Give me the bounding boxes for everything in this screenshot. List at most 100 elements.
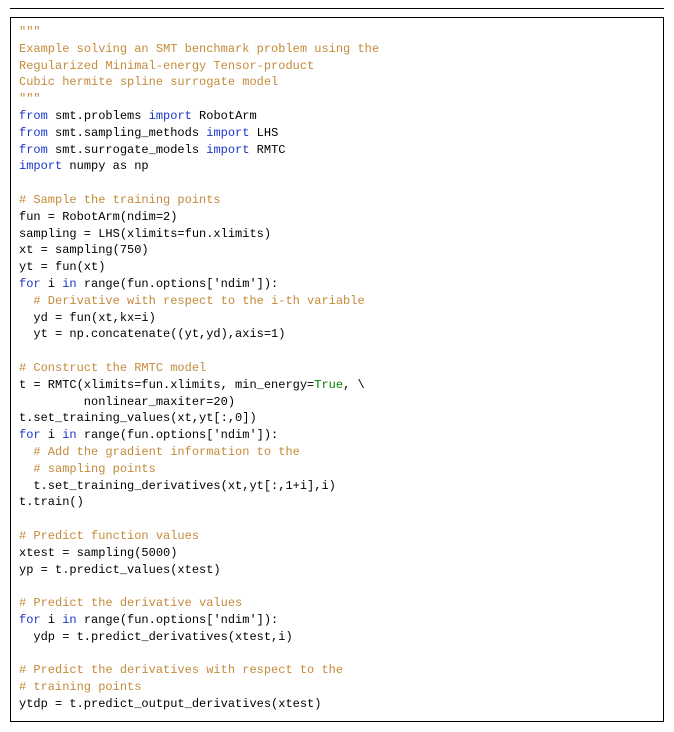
token-bool: True bbox=[314, 378, 343, 392]
token-kw: from bbox=[19, 126, 48, 140]
token-id: i bbox=[41, 428, 63, 442]
code-line: xt = sampling(750) bbox=[19, 242, 655, 259]
code-line: # Predict function values bbox=[19, 528, 655, 545]
token-id: t.train() bbox=[19, 495, 84, 509]
token-kw: for bbox=[19, 613, 41, 627]
token-id: range(fun.options['ndim']): bbox=[77, 613, 279, 627]
code-line: yd = fun(xt,kx=i) bbox=[19, 310, 655, 327]
token-str: # Sample the training points bbox=[19, 193, 221, 207]
code-line: sampling = LHS(xlimits=fun.xlimits) bbox=[19, 226, 655, 243]
token-str: # Predict function values bbox=[19, 529, 199, 543]
token-str: # Add the gradient information to the bbox=[33, 445, 299, 459]
token-kw: in bbox=[62, 613, 76, 627]
page-frame: """ Example solving an SMT benchmark prob… bbox=[0, 0, 674, 732]
token-id: ydp = t.predict_derivatives(xtest,i) bbox=[19, 630, 293, 644]
token-id: smt.sampling_methods bbox=[48, 126, 206, 140]
code-line: t.set_training_derivatives(xt,yt[:,1+i],… bbox=[19, 478, 655, 495]
code-line: # Predict the derivative values bbox=[19, 595, 655, 612]
code-line bbox=[19, 511, 655, 528]
code-listing: """ Example solving an SMT benchmark prob… bbox=[10, 17, 664, 722]
token-id: yt = fun(xt) bbox=[19, 260, 105, 274]
token-id: range(fun.options['ndim']): bbox=[77, 277, 279, 291]
code-line: """ bbox=[19, 91, 655, 108]
code-line: yt = fun(xt) bbox=[19, 259, 655, 276]
code-line: # Predict the derivatives with respect t… bbox=[19, 662, 655, 679]
token-id: yp = t.predict_values(xtest) bbox=[19, 563, 221, 577]
token-id: fun = RobotArm(ndim=2) bbox=[19, 210, 177, 224]
code-line: # training points bbox=[19, 679, 655, 696]
token-kw: import bbox=[149, 109, 192, 123]
token-id: yd = fun(xt,kx=i) bbox=[19, 311, 156, 325]
token-id: t.set_training_values(xt,yt[:,0]) bbox=[19, 411, 257, 425]
token-id: smt.surrogate_models bbox=[48, 143, 206, 157]
token-str: """ bbox=[19, 25, 41, 39]
token-id: numpy as np bbox=[62, 159, 148, 173]
token-id: , \ bbox=[343, 378, 365, 392]
token-kw: from bbox=[19, 143, 48, 157]
token-id: sampling = LHS(xlimits=fun.xlimits) bbox=[19, 227, 271, 241]
code-line bbox=[19, 343, 655, 360]
token-id bbox=[19, 445, 33, 459]
code-line: """ bbox=[19, 24, 655, 41]
token-id: t = RMTC(xlimits=fun.xlimits, min_energy… bbox=[19, 378, 314, 392]
code-line: Example solving an SMT benchmark problem… bbox=[19, 41, 655, 58]
token-id: i bbox=[41, 613, 63, 627]
token-str: # Derivative with respect to the i-th va… bbox=[33, 294, 364, 308]
code-line: for i in range(fun.options['ndim']): bbox=[19, 427, 655, 444]
code-line bbox=[19, 645, 655, 662]
token-kw: from bbox=[19, 109, 48, 123]
code-line: from smt.surrogate_models import RMTC bbox=[19, 142, 655, 159]
top-rule bbox=[10, 8, 664, 9]
token-id: ytdp = t.predict_output_derivatives(xtes… bbox=[19, 697, 321, 711]
token-id: i bbox=[41, 277, 63, 291]
token-id: range(fun.options['ndim']): bbox=[77, 428, 279, 442]
token-kw: in bbox=[62, 428, 76, 442]
token-kw: for bbox=[19, 277, 41, 291]
code-line: for i in range(fun.options['ndim']): bbox=[19, 276, 655, 293]
code-line bbox=[19, 578, 655, 595]
code-line: ytdp = t.predict_output_derivatives(xtes… bbox=[19, 696, 655, 713]
token-id: xt = sampling(750) bbox=[19, 243, 149, 257]
token-id: xtest = sampling(5000) bbox=[19, 546, 177, 560]
token-id: RobotArm bbox=[192, 109, 257, 123]
token-kw: import bbox=[206, 143, 249, 157]
token-kw: import bbox=[206, 126, 249, 140]
token-id bbox=[19, 462, 33, 476]
code-line bbox=[19, 175, 655, 192]
code-line: # Sample the training points bbox=[19, 192, 655, 209]
code-line: Cubic hermite spline surrogate model bbox=[19, 74, 655, 91]
token-str: # Predict the derivative values bbox=[19, 596, 242, 610]
token-str: # Predict the derivatives with respect t… bbox=[19, 663, 343, 677]
token-kw: in bbox=[62, 277, 76, 291]
code-line: for i in range(fun.options['ndim']): bbox=[19, 612, 655, 629]
token-str: # Construct the RMTC model bbox=[19, 361, 206, 375]
code-line: from smt.problems import RobotArm bbox=[19, 108, 655, 125]
token-str: # sampling points bbox=[33, 462, 155, 476]
token-str: """ bbox=[19, 92, 41, 106]
code-line: t.set_training_values(xt,yt[:,0]) bbox=[19, 410, 655, 427]
token-id: yt = np.concatenate((yt,yd),axis=1) bbox=[19, 327, 285, 341]
token-id: nonlinear_maxiter=20) bbox=[19, 395, 235, 409]
token-kw: for bbox=[19, 428, 41, 442]
code-line: yt = np.concatenate((yt,yd),axis=1) bbox=[19, 326, 655, 343]
token-id: LHS bbox=[249, 126, 278, 140]
code-line: t.train() bbox=[19, 494, 655, 511]
code-line: import numpy as np bbox=[19, 158, 655, 175]
token-id: smt.problems bbox=[48, 109, 149, 123]
code-line: # Add the gradient information to the bbox=[19, 444, 655, 461]
token-id bbox=[19, 294, 33, 308]
code-line: from smt.sampling_methods import LHS bbox=[19, 125, 655, 142]
code-line: # Construct the RMTC model bbox=[19, 360, 655, 377]
token-str: Cubic hermite spline surrogate model bbox=[19, 75, 278, 89]
code-line: t = RMTC(xlimits=fun.xlimits, min_energy… bbox=[19, 377, 655, 394]
code-line: yp = t.predict_values(xtest) bbox=[19, 562, 655, 579]
code-line: nonlinear_maxiter=20) bbox=[19, 394, 655, 411]
token-id: t.set_training_derivatives(xt,yt[:,1+i],… bbox=[19, 479, 336, 493]
token-id: RMTC bbox=[249, 143, 285, 157]
code-line: fun = RobotArm(ndim=2) bbox=[19, 209, 655, 226]
token-str: Example solving an SMT benchmark problem… bbox=[19, 42, 379, 56]
code-line: # sampling points bbox=[19, 461, 655, 478]
code-line: ydp = t.predict_derivatives(xtest,i) bbox=[19, 629, 655, 646]
token-str: Regularized Minimal-energy Tensor-produc… bbox=[19, 59, 314, 73]
token-kw: import bbox=[19, 159, 62, 173]
